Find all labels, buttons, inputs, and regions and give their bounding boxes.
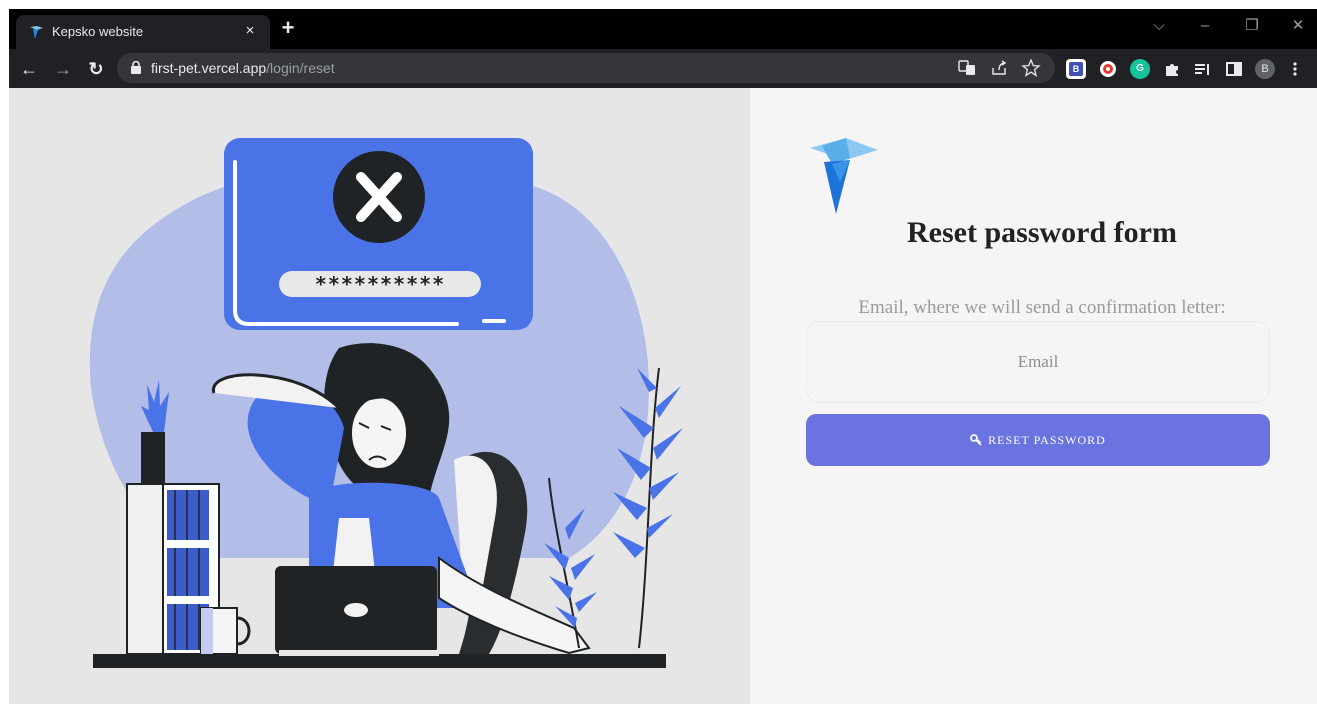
back-button[interactable]: ← <box>17 57 41 81</box>
tab-search-icon[interactable]: ⌵ <box>1149 17 1169 35</box>
tab-title: Kepsko website <box>52 24 144 39</box>
url-text[interactable]: first-pet.vercel.app/login/reset <box>151 60 335 76</box>
browser-toolbar: ← → ↻ first-pet.vercel.app/login/reset B… <box>9 49 1317 88</box>
reset-password-label: RESET PASSWORD <box>988 432 1106 447</box>
browser-frame: Kepsko website × + ⌵ – ❐ ✕ ← → ↻ first-p… <box>0 0 1317 88</box>
mug <box>200 607 251 655</box>
close-tab-icon[interactable]: × <box>240 21 260 41</box>
bird-logo-icon <box>810 138 878 214</box>
ext-b-icon[interactable]: B <box>1066 59 1086 79</box>
email-label: Email, where we will send a confirmation… <box>858 297 1226 318</box>
restore-icon[interactable]: ❐ <box>1242 17 1262 35</box>
reset-form-pane: Reset password form Email, where we will… <box>750 88 1317 704</box>
ext-b-label: B <box>1069 62 1083 76</box>
key-icon <box>970 434 982 446</box>
window-close-icon[interactable]: ✕ <box>1288 17 1308 35</box>
profile-icon[interactable]: B <box>1255 59 1275 79</box>
url-host: first-pet.vercel.app <box>151 60 267 76</box>
illustration-pane: ********** <box>9 88 750 704</box>
desk <box>93 654 666 668</box>
url-path: /login/reset <box>266 60 335 76</box>
forgot-password-illustration: ********** <box>89 138 683 668</box>
new-tab-button[interactable]: + <box>277 17 299 39</box>
address-bar[interactable]: first-pet.vercel.app/login/reset <box>117 53 1055 83</box>
reset-password-button[interactable]: RESET PASSWORD <box>806 414 1270 466</box>
ext-red-circle-icon[interactable] <box>1098 59 1118 79</box>
share-icon[interactable] <box>989 59 1009 77</box>
laptop <box>275 566 439 656</box>
bookmark-star-icon[interactable] <box>1021 59 1041 77</box>
lock-icon <box>131 61 141 74</box>
grammarly-icon[interactable]: G <box>1130 59 1150 79</box>
browser-chrome: Kepsko website × + ⌵ – ❐ ✕ ← → ↻ first-p… <box>9 9 1317 88</box>
side-panel-icon[interactable] <box>1224 59 1244 79</box>
password-mask-text: ********** <box>315 272 445 296</box>
puzzle-icon[interactable] <box>1162 59 1182 79</box>
bird-logo-icon <box>30 26 43 39</box>
email-field[interactable] <box>806 321 1270 403</box>
forward-button[interactable]: → <box>51 57 75 81</box>
minimize-icon[interactable]: – <box>1195 17 1215 35</box>
reading-list-icon[interactable] <box>1193 59 1213 79</box>
browser-tab[interactable]: Kepsko website × <box>16 15 270 49</box>
reload-button[interactable]: ↻ <box>84 57 108 81</box>
translate-icon[interactable] <box>957 59 977 77</box>
page-title: Reset password form <box>907 216 1177 249</box>
error-card: ********** <box>224 138 533 330</box>
menu-icon[interactable] <box>1285 59 1305 79</box>
page-content: ********** Reset password form Email, wh… <box>9 88 1317 704</box>
